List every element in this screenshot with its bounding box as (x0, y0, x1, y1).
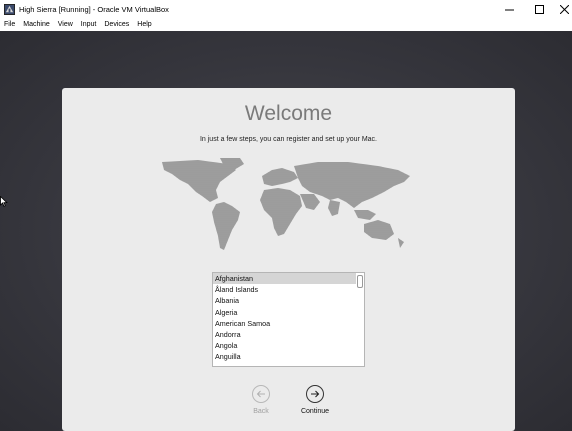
scrollbar-thumb[interactable] (357, 275, 363, 288)
menubar: File Machine View Input Devices Help (0, 18, 572, 31)
world-map-icon (162, 158, 410, 250)
list-item[interactable]: Angola (213, 340, 364, 351)
back-arrow-icon (252, 385, 270, 403)
mouse-cursor-icon (0, 196, 8, 207)
back-label: Back (253, 408, 269, 415)
window-titlebar: High Sierra [Running] - Oracle VM Virtua… (0, 0, 572, 18)
menu-help[interactable]: Help (137, 21, 151, 28)
scrollbar[interactable] (356, 273, 364, 366)
continue-label: Continue (300, 408, 330, 415)
menu-devices[interactable]: Devices (104, 21, 129, 28)
list-item[interactable]: Andorra (213, 329, 364, 340)
menu-view[interactable]: View (58, 21, 73, 28)
menu-file[interactable]: File (4, 21, 15, 28)
window-title: High Sierra [Running] - Oracle VM Virtua… (19, 4, 169, 14)
continue-arrow-icon (306, 385, 324, 403)
setup-panel: Welcome In just a few steps, you can reg… (62, 88, 515, 431)
menu-machine[interactable]: Machine (23, 21, 49, 28)
page-title: Welcome (244, 102, 333, 125)
back-button[interactable]: Back (236, 385, 286, 415)
list-item[interactable]: Albania (213, 295, 364, 306)
close-icon (559, 4, 569, 14)
minimize-icon (504, 9, 514, 10)
page-subtitle: In just a few steps, you can register an… (199, 136, 378, 143)
list-item[interactable]: Åland Islands (213, 284, 364, 295)
menu-input[interactable]: Input (81, 21, 97, 28)
virtualbox-icon (4, 3, 15, 15)
continue-button[interactable]: Continue (290, 385, 340, 415)
list-item[interactable]: Algeria (213, 307, 364, 318)
close-button[interactable] (550, 0, 572, 18)
list-item[interactable]: American Samoa (213, 318, 364, 329)
maximize-button[interactable] (525, 0, 553, 18)
country-list[interactable]: Afghanistan Åland Islands Albania Algeri… (212, 272, 365, 367)
list-item-selected[interactable]: Afghanistan (213, 273, 364, 285)
maximize-icon (534, 4, 544, 14)
minimize-button[interactable] (495, 0, 523, 18)
list-item[interactable]: Anguilla (213, 351, 364, 362)
